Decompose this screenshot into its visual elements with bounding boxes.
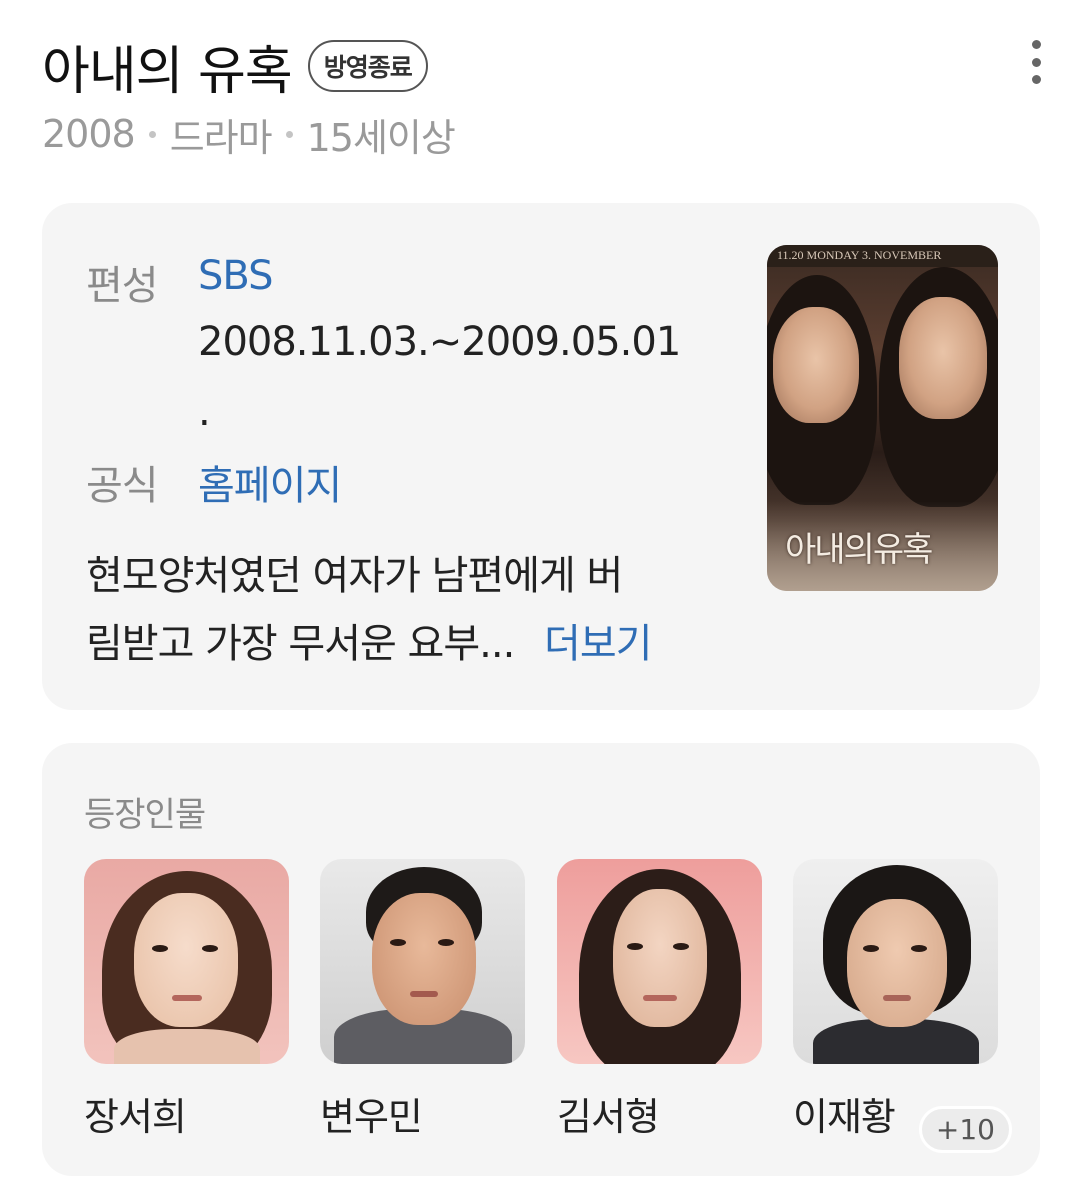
poster-caption: 11.20 MONDAY 3. NOVEMBER (777, 248, 942, 262)
more-dot (1031, 75, 1041, 84)
cast-name: 장서희 (84, 1095, 187, 1139)
photo-mouth (410, 991, 438, 997)
poster-face-right (899, 297, 987, 419)
photo-eye (390, 939, 406, 946)
page-title: 아내의 유혹 (42, 41, 293, 102)
description-line-1: 현모양처였던 여자가 남편에게 버 (86, 553, 623, 599)
cast-item[interactable]: +10 이재황 (793, 859, 1012, 1153)
cast-item[interactable]: 장서희 (84, 859, 289, 1141)
photo-eye (911, 945, 927, 952)
meta-row: 2008 드라마 15세이상 (42, 106, 456, 162)
photo-eye (673, 943, 689, 950)
homepage-link[interactable]: 홈페이지 (198, 453, 342, 511)
broadcast-link[interactable]: SBS (198, 253, 274, 299)
photo-eye (152, 945, 168, 952)
photo-mouth (883, 995, 911, 1001)
cast-photo (793, 859, 998, 1064)
more-vertical-icon[interactable] (1018, 40, 1054, 84)
photo-mouth (172, 995, 202, 1001)
poster-face-left (773, 307, 859, 423)
photo-face (372, 893, 476, 1025)
cast-name: 김서형 (557, 1095, 660, 1139)
photo-mouth (643, 995, 677, 1001)
photo-face (134, 893, 238, 1027)
cast-photo (84, 859, 289, 1064)
cast-photo (557, 859, 762, 1064)
meta-year: 2008 (42, 112, 136, 156)
poster-banner: 11.20 MONDAY 3. NOVEMBER (767, 245, 998, 267)
meta-genre: 드라마 (169, 115, 273, 160)
status-badge: 방영종료 (307, 40, 428, 92)
separator-dot (148, 130, 156, 138)
poster-image[interactable]: 11.20 MONDAY 3. NOVEMBER 아내의유혹 (767, 245, 998, 591)
photo-face (613, 889, 707, 1027)
poster-title: 아내의유혹 (785, 530, 933, 570)
meta-rating: 15세이상 (306, 115, 456, 160)
more-cast-badge[interactable]: +10 (918, 1106, 1012, 1153)
more-link[interactable]: 더보기 (544, 621, 652, 667)
cast-photo (320, 859, 525, 1064)
more-dot (1031, 40, 1041, 49)
cast-item[interactable]: 김서형 (557, 859, 762, 1141)
photo-body (114, 1029, 260, 1064)
cast-name: 변우민 (320, 1095, 423, 1139)
cast-item[interactable]: 변우민 (320, 859, 525, 1141)
photo-eye (863, 945, 879, 952)
info-card: 편성 SBS 2008.11.03.~2009.05.01 . 공식 홈페이지 … (42, 203, 1040, 710)
photo-eye (438, 939, 454, 946)
photo-eye (627, 943, 643, 950)
cast-heading: 등장인물 (84, 795, 206, 835)
cast-card: 등장인물 장서희 변우민 김서형 +10 이재황 (42, 743, 1040, 1176)
photo-face (847, 899, 947, 1027)
air-dates-trailing: . (198, 389, 211, 435)
more-dot (1031, 57, 1041, 67)
separator-dot (285, 130, 293, 138)
description-text: 림받고 가장 무서운 요부... (86, 621, 515, 667)
broadcast-label: 편성 (86, 263, 159, 309)
official-label: 공식 (86, 463, 159, 509)
title-row: 아내의 유혹 방영종료 (42, 28, 428, 104)
photo-eye (202, 945, 218, 952)
description-line-2: 림받고 가장 무서운 요부... 더보기 (86, 611, 652, 669)
air-dates: 2008.11.03.~2009.05.01 (198, 319, 681, 365)
